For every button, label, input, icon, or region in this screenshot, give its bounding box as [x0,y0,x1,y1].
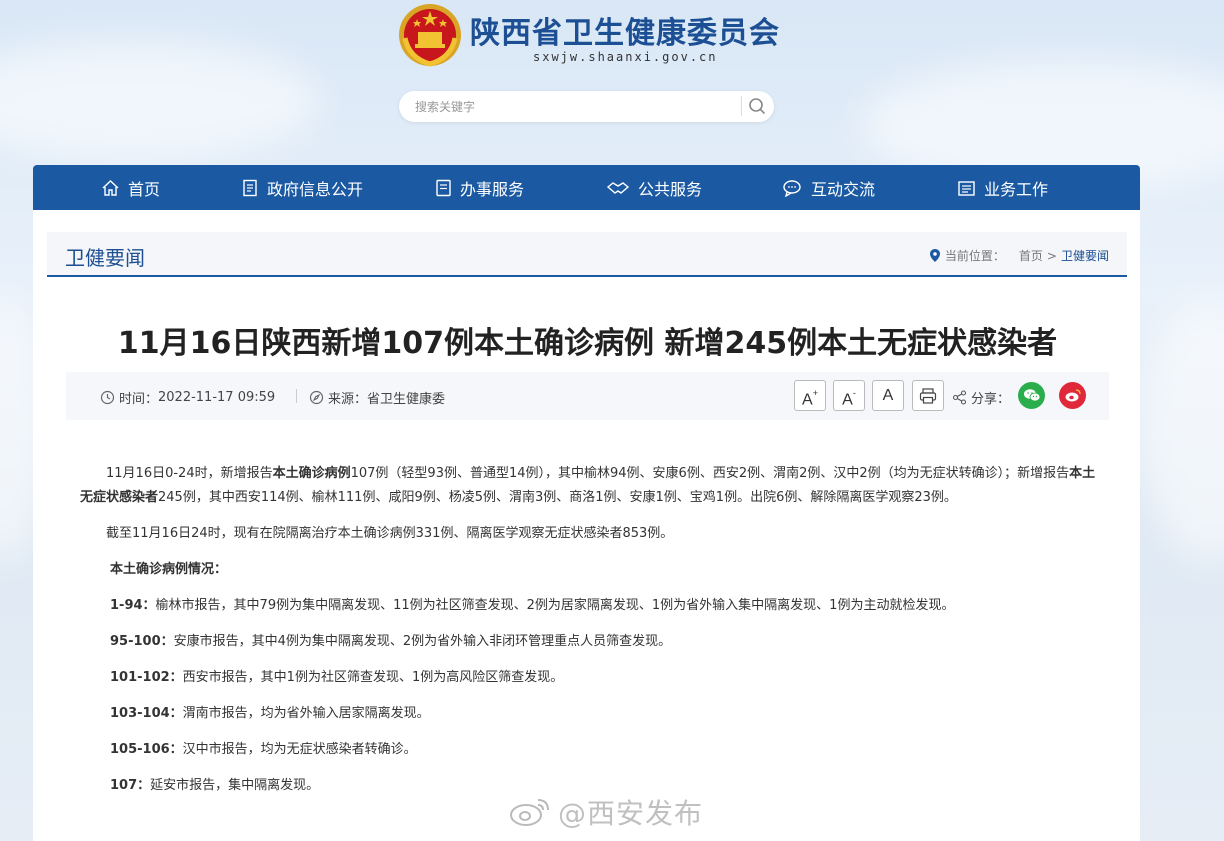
handshake-icon [606,181,630,194]
main-nav: 首页 政府信息公开 办事服务 公共服务 互动交流 业务工作 [33,165,1140,210]
article-title: 11月16日陕西新增107例本土确诊病例 新增245例本土无症状感染者 [117,326,1058,361]
share-wechat-button[interactable] [1018,382,1045,409]
time-label: 时间： [119,392,159,407]
source-label: 来源： [328,392,368,407]
article-body: 11月16日0-24时，新增报告本土确诊病例107例（轻型93例、普通型14例）… [80,462,1100,810]
meta-divider [296,389,297,403]
watermark-text: @西安发布 [558,797,704,830]
search-icon [749,98,765,114]
nav-item-label: 政府信息公开 [267,179,364,199]
case-range: 101-102： [110,670,183,685]
print-button[interactable] [912,380,944,411]
case-item: 105-106：汉中市报告，均为无症状感染者转确诊。 [80,738,1100,762]
compass-icon [309,390,324,405]
case-range: 95-100： [110,634,174,649]
nav-item-label: 首页 [128,179,161,199]
case-text: 渭南市报告，均为省外输入居家隔离发现。 [182,706,430,721]
nav-item-gov-info[interactable]: 政府信息公开 [242,165,363,210]
font-large-label: A [802,391,813,409]
search-divider [741,96,742,116]
home-icon [102,179,119,196]
search-box [399,91,774,122]
share-section: 分享： [952,388,1010,407]
search-input[interactable] [415,98,735,116]
briefcase-icon [958,180,975,196]
wechat-icon [1023,389,1040,402]
case-text: 榆林市报告，其中79例为集中隔离发现、11例为社区筛查发现、2例为居家隔离发现、… [155,598,955,613]
chat-bubble-icon [783,179,801,197]
case-item: 101-102：西安市报告，其中1例为社区筛查发现、1例为高风险区筛查发现。 [80,666,1100,690]
text-segment: 107例（轻型93例、普通型14例），其中榆林94例、安康6例、西安2例、渭南2… [350,466,1070,481]
case-item: 103-104：渭南市报告，均为省外输入居家隔离发现。 [80,702,1100,726]
national-emblem-logo[interactable] [397,2,463,68]
highlight-confirmed: 本土确诊病例 [272,466,351,481]
section-title: 卫健要闻 [65,246,145,270]
nav-item-public-services[interactable]: 公共服务 [606,165,702,210]
case-text: 延安市报告，集中隔离发现。 [150,778,320,793]
font-increase-button[interactable]: A+ [794,380,826,411]
case-range: 1-94： [110,598,156,613]
nav-item-label: 互动交流 [811,179,876,199]
share-icon [952,390,967,405]
font-small-label: A [842,391,853,409]
clock-icon [100,390,115,405]
breadcrumb-current-link[interactable]: 卫健要闻 [1061,247,1109,264]
share-label: 分享： [971,392,1011,407]
font-normal-label: A [882,387,894,404]
case-text: 西安市报告，其中1例为社区筛查发现、1例为高风险区筛查发现。 [182,670,564,685]
source-value: 省卫生健康委 [367,392,446,407]
nav-item-services[interactable]: 办事服务 [435,165,524,210]
nav-item-label: 办事服务 [460,179,525,199]
time-value: 2022-11-17 09:59 [158,390,276,405]
article-meta-bar: 时间： 2022-11-17 09:59 来源： 省卫生健康委 A+ A- A … [66,372,1109,420]
font-reset-button[interactable]: A [872,380,904,411]
weibo-watermark: @西安发布 [508,792,703,832]
breadcrumb: 当前位置： 首页 > 卫健要闻 [929,247,1109,264]
search-button[interactable] [746,96,768,116]
nav-item-label: 业务工作 [984,179,1049,199]
site-header: 陕西省卫生健康委员会 sxwjw.shaanxi.gov.cn [0,0,1224,165]
cases-heading: 本土确诊病例情况： [110,562,228,577]
printer-icon [919,388,937,404]
nav-item-business[interactable]: 业务工作 [957,165,1048,210]
breadcrumb-prefix: 当前位置： [944,249,1005,263]
article-source: 来源： 省卫生健康委 [309,388,445,407]
text-segment: 11月16日0-24时，新增报告 [106,466,273,481]
case-range: 105-106： [110,742,183,757]
case-text: 汉中市报告，均为无症状感染者转确诊。 [182,742,417,757]
section-header: 卫健要闻 当前位置： 首页 > 卫健要闻 [47,232,1127,277]
site-domain: sxwjw.shaanxi.gov.cn [533,50,718,64]
case-item: 95-100：安康市报告，其中4例为集中隔离发现、2例为省外输入非闭环管理重点人… [80,630,1100,654]
weibo-watermark-icon [510,799,549,826]
weibo-icon [1065,389,1081,402]
font-decrease-button[interactable]: A- [833,380,865,411]
case-text: 安康市报告，其中4例为集中隔离发现、2例为省外输入非闭环管理重点人员筛查发现。 [173,634,672,649]
nav-item-interaction[interactable]: 互动交流 [782,165,875,210]
article-paragraph: 11月16日0-24时，新增报告本土确诊病例107例（轻型93例、普通型14例）… [80,462,1100,510]
location-pin-icon [929,249,940,262]
cloud-decoration [1140,300,1224,560]
share-weibo-button[interactable] [1059,382,1086,409]
article-paragraph: 截至11月16日24时，现有在院隔离治疗本土确诊病例331例、隔离医学观察无症状… [106,526,674,541]
text-segment: 245例，其中西安114例、榆林111例、咸阳9例、杨凌5例、渭南3例、商洛1例… [158,490,957,505]
document-list-icon [243,179,257,196]
case-range: 107： [110,778,151,793]
breadcrumb-home-link[interactable]: 首页 [1019,247,1043,264]
nav-item-home[interactable]: 首页 [101,165,160,210]
breadcrumb-separator: > [1046,248,1057,263]
service-doc-icon [436,179,451,196]
nav-item-label: 公共服务 [638,179,703,199]
case-range: 103-104： [110,706,183,721]
site-title[interactable]: 陕西省卫生健康委员会 [470,8,780,52]
article-time: 时间： 2022-11-17 09:59 [100,388,275,407]
case-item: 1-94：榆林市报告，其中79例为集中隔离发现、11例为社区筛查发现、2例为居家… [80,594,1100,618]
